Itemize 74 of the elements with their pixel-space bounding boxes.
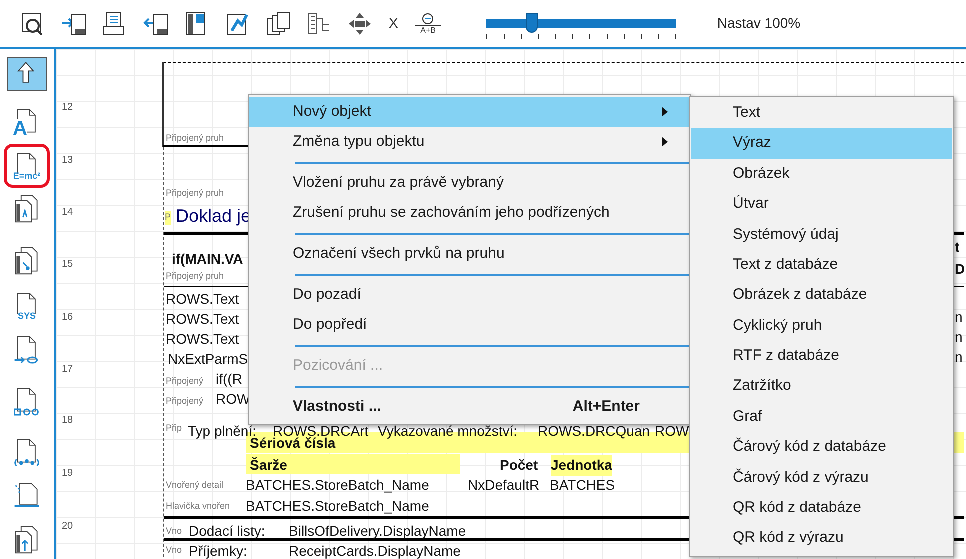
menu-item[interactable]: Čárový kód z databáze — [691, 432, 952, 463]
report-field: Vykazované množství: — [378, 422, 518, 440]
circle-icon — [421, 12, 436, 24]
report-field: Jednotka — [551, 455, 612, 476]
band-label: Hlavička vnořen — [166, 500, 230, 513]
ruler-number: 16 — [62, 311, 74, 325]
ruler-number: 14 — [62, 206, 74, 220]
band-label: Připojený — [166, 395, 204, 408]
zoom-label: Nastav 100% — [717, 14, 801, 33]
report-field: ROWS.Text — [166, 290, 240, 308]
report-field: NxDefaultR — [468, 476, 540, 494]
band-label: Přip — [166, 422, 182, 435]
menu-item[interactable]: Útvar — [691, 189, 952, 220]
menu-item[interactable]: Změna typu objektu — [249, 127, 690, 157]
menu-item[interactable]: Vložení pruhu za právě vybraný — [249, 168, 690, 198]
report-field: NxExtParmS — [168, 350, 248, 368]
menu-item[interactable]: Nový objekt — [249, 97, 690, 127]
band-label: Vnořený detail — [166, 479, 224, 492]
menu-item[interactable]: Zatržítko — [691, 372, 952, 402]
report-field: D — [955, 259, 966, 280]
report-field: BATCHES — [550, 476, 616, 494]
menu-item[interactable]: Do pozadí — [249, 280, 690, 310]
zoom-slider[interactable] — [486, 12, 676, 32]
menu-item[interactable]: Čárový kód z výrazu — [691, 462, 952, 494]
report-field: n — [955, 348, 963, 366]
menu-item[interactable]: QR kód z databáze — [691, 493, 952, 524]
band-label: Připojený — [166, 375, 204, 388]
report-field: Dodací listy: — [189, 522, 266, 540]
report-field: n — [955, 328, 963, 346]
menu-item[interactable]: Označení všech prvků na pruhu — [249, 239, 690, 269]
menu-item[interactable]: QR kód z výrazu — [691, 523, 952, 554]
band-label: Připojený pruh — [166, 270, 224, 283]
menu-item[interactable]: Zrušení pruhu se zachováním jeho podřízených — [249, 198, 690, 228]
report-field: ROW — [655, 422, 690, 440]
band-label: Připojený pruh — [166, 187, 224, 200]
report-field: ReceiptCards.DisplayName — [289, 542, 461, 559]
ruler-number: 15 — [62, 258, 74, 272]
band-label: Vno — [166, 544, 182, 557]
report-field: BATCHES.StoreBatch_Name — [246, 476, 430, 494]
ruler-number: 12 — [62, 101, 74, 115]
menu-item[interactable]: Systémový údaj — [691, 220, 952, 250]
menu-item[interactable]: Text — [691, 98, 952, 128]
menu-item[interactable]: Vlastnosti ... Alt+Enter — [249, 392, 690, 422]
menu-item[interactable]: Obrázek — [691, 158, 952, 190]
slider-thumb[interactable] — [526, 12, 538, 32]
report-field: Počet — [500, 455, 538, 476]
menu-item[interactable]: Cyklický pruh — [691, 310, 952, 342]
report-field: n — [955, 308, 963, 326]
menu-item[interactable]: Text z databáze — [691, 250, 952, 280]
menu-item[interactable]: Obrázek z databáze — [691, 280, 952, 311]
report-field: BillsOfDelivery.DisplayName — [289, 522, 466, 540]
report-field: t — [955, 237, 960, 258]
menu-item[interactable]: Graf — [691, 402, 952, 432]
menu-item[interactable]: Výraz — [691, 128, 952, 159]
ruler-number: 18 — [62, 414, 74, 428]
band-label: P — [165, 211, 172, 224]
band-label: Připojený pruh — [166, 132, 224, 145]
x-button[interactable]: X — [387, 13, 400, 34]
ruler-number: 19 — [62, 467, 74, 481]
report-field: if(MAIN.VA — [172, 249, 244, 270]
band-label: Vno — [166, 525, 182, 538]
report-field: Šarže — [250, 455, 288, 476]
report-field: ROWS.Text — [166, 310, 240, 328]
menu-item[interactable]: RTF z databáze — [691, 341, 952, 372]
report-field: ROWS.DRCQuan — [538, 422, 650, 440]
menu-item[interactable]: Do popředí — [249, 310, 690, 340]
report-field: if((R — [216, 370, 242, 388]
formula-button[interactable]: A+B — [413, 12, 444, 34]
report-field: ROWS.Text — [166, 330, 240, 348]
report-field: Příjemky: — [189, 542, 248, 559]
ruler-number: 13 — [62, 154, 74, 168]
report-field: BATCHES.StoreBatch_Name — [246, 497, 430, 515]
ruler-number: 17 — [62, 363, 74, 377]
ruler-number: 20 — [62, 520, 74, 534]
